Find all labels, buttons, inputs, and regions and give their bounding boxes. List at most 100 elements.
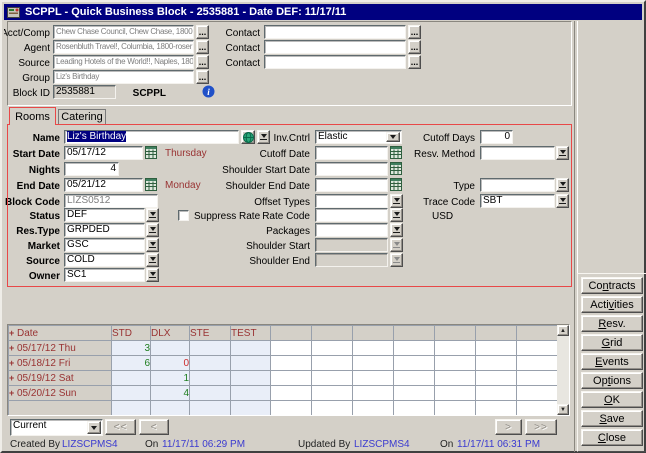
res-type-lov-button[interactable] xyxy=(146,223,159,237)
grid-value-cell[interactable]: 0 xyxy=(151,356,190,371)
grid-value-cell[interactable] xyxy=(231,356,271,371)
contact3-field[interactable] xyxy=(264,55,406,69)
suppress-rate-checkbox[interactable] xyxy=(178,210,189,221)
res-type-field[interactable]: GRPDED xyxy=(64,223,145,237)
tab-catering[interactable]: Catering xyxy=(58,109,106,124)
grid-value-cell[interactable]: 1 xyxy=(151,371,190,386)
start-date-calendar-icon[interactable] xyxy=(145,146,157,159)
source-field[interactable]: COLD xyxy=(64,253,145,267)
grid-value-cell[interactable] xyxy=(190,356,231,371)
grid-empty-cell xyxy=(435,356,476,371)
save-button[interactable]: Save xyxy=(581,410,643,427)
grid-value-cell[interactable] xyxy=(231,371,271,386)
start-date-field[interactable]: 05/17/12 xyxy=(64,146,143,160)
grid-value-cell[interactable] xyxy=(231,401,271,416)
grid-header-std: STD xyxy=(112,326,151,341)
grid-button[interactable]: Grid xyxy=(581,334,643,351)
info-icon[interactable]: i xyxy=(201,84,215,98)
owner-field[interactable]: SC1 xyxy=(64,268,145,282)
market-field[interactable]: GSC xyxy=(64,238,145,252)
shoulder-start-calendar-icon[interactable] xyxy=(390,162,402,175)
grid-value-cell[interactable] xyxy=(190,401,231,416)
contact1-field[interactable] xyxy=(264,25,406,39)
grid-empty-cell xyxy=(353,356,394,371)
contact3-lov-button[interactable]: ... xyxy=(408,55,421,69)
prev-page-button[interactable]: < xyxy=(139,419,169,435)
shoulder-start-date-field[interactable] xyxy=(315,162,388,176)
rate-code-field[interactable] xyxy=(315,208,388,222)
grid-value-cell[interactable] xyxy=(190,386,231,401)
contact2-lov-button[interactable]: ... xyxy=(408,40,421,54)
grid-empty-cell xyxy=(435,386,476,401)
events-button[interactable]: Events xyxy=(581,353,643,370)
chevron-down-icon[interactable] xyxy=(87,421,101,434)
acct-comp-field[interactable]: Chew Chase Council, Chew Chase, 1800 xyxy=(53,25,194,39)
owner-lov-button[interactable] xyxy=(146,268,159,282)
type-field[interactable] xyxy=(480,178,555,192)
grid-value-cell[interactable] xyxy=(151,401,190,416)
grid-value-cell[interactable] xyxy=(190,341,231,356)
next-page-button[interactable]: > xyxy=(495,419,522,435)
last-page-button[interactable]: >> xyxy=(525,419,557,435)
tab-rooms[interactable]: Rooms xyxy=(9,107,56,125)
first-page-button[interactable]: << xyxy=(105,419,136,435)
grid-date-cell xyxy=(9,401,112,416)
agent-field[interactable]: Rosenbluth Travel!, Columbia, 1800-roser xyxy=(53,40,194,54)
end-date-calendar-icon[interactable] xyxy=(145,178,157,191)
type-lov-button[interactable] xyxy=(556,178,569,192)
status-lov-button[interactable] xyxy=(146,208,159,222)
grid-value-cell[interactable] xyxy=(112,401,151,416)
cutoff-days-field[interactable]: 0 xyxy=(480,130,513,144)
source-company-field[interactable]: Leading Hotels of the World!!, Naples, 1… xyxy=(53,55,194,69)
packages-lov-button[interactable] xyxy=(390,223,403,237)
acct-comp-lov-button[interactable]: ... xyxy=(196,25,209,39)
ok-button[interactable]: OK xyxy=(581,391,643,408)
status-field[interactable]: DEF xyxy=(64,208,145,222)
grid-scrollbar[interactable]: ▲ ▼ xyxy=(557,325,569,415)
source-company-label: Source xyxy=(4,57,50,69)
name-label: Name xyxy=(4,132,60,144)
options-button[interactable]: Options xyxy=(581,372,643,389)
group-field[interactable]: Liz's Birthday xyxy=(53,70,194,84)
packages-field[interactable] xyxy=(315,223,388,237)
source-lov-button[interactable]: ... xyxy=(196,55,209,69)
resv-method-lov-button[interactable] xyxy=(556,146,569,160)
grid-value-cell[interactable] xyxy=(231,386,271,401)
resv-method-field[interactable] xyxy=(480,146,555,160)
grid-date-cell: +05/17/12 Thu xyxy=(9,341,112,356)
nights-label: Nights xyxy=(4,164,60,176)
rate-code-lov-button[interactable] xyxy=(390,208,403,222)
activities-button[interactable]: Activities xyxy=(581,296,643,313)
scroll-down-icon[interactable]: ▼ xyxy=(557,404,569,415)
contact2-field[interactable] xyxy=(264,40,406,54)
market-lov-button[interactable] xyxy=(146,238,159,252)
close-button[interactable]: Close xyxy=(581,429,643,446)
grid-value-cell[interactable]: 3 xyxy=(112,341,151,356)
trace-code-field[interactable]: SBT xyxy=(480,194,555,208)
grid-value-cell[interactable]: 6 xyxy=(112,356,151,371)
nights-field[interactable]: 4 xyxy=(64,162,119,176)
group-lov-button[interactable]: ... xyxy=(196,70,209,84)
title-bar[interactable]: SCPPL - Quick Business Block - 2535881 -… xyxy=(4,4,642,20)
end-date-field[interactable]: 05/21/12 xyxy=(64,178,143,192)
grid-value-cell[interactable] xyxy=(190,371,231,386)
contracts-button[interactable]: Contracts xyxy=(581,277,643,294)
resv-button[interactable]: Resv. xyxy=(581,315,643,332)
contact1-lov-button[interactable]: ... xyxy=(408,25,421,39)
grid-empty-cell xyxy=(312,386,353,401)
grid-value-cell[interactable] xyxy=(151,341,190,356)
source-lov-button[interactable] xyxy=(146,253,159,267)
agent-lov-button[interactable]: ... xyxy=(196,40,209,54)
block-code-field[interactable]: LIZS0512 xyxy=(64,194,158,208)
grid-value-cell[interactable]: 4 xyxy=(151,386,190,401)
view-select[interactable]: Current xyxy=(10,419,103,436)
trace-code-lov-button[interactable] xyxy=(556,194,569,208)
grid-value-cell[interactable] xyxy=(112,371,151,386)
grid-value-cell[interactable] xyxy=(112,386,151,401)
shoulder-start-field xyxy=(315,238,388,252)
grid-empty-cell xyxy=(271,401,312,416)
grid-value-cell[interactable] xyxy=(231,341,271,356)
scroll-up-icon[interactable]: ▲ xyxy=(557,325,569,336)
inv-cntrl-label: Inv.Cntrl xyxy=(200,132,310,144)
contact1-label: Contact xyxy=(224,27,260,39)
